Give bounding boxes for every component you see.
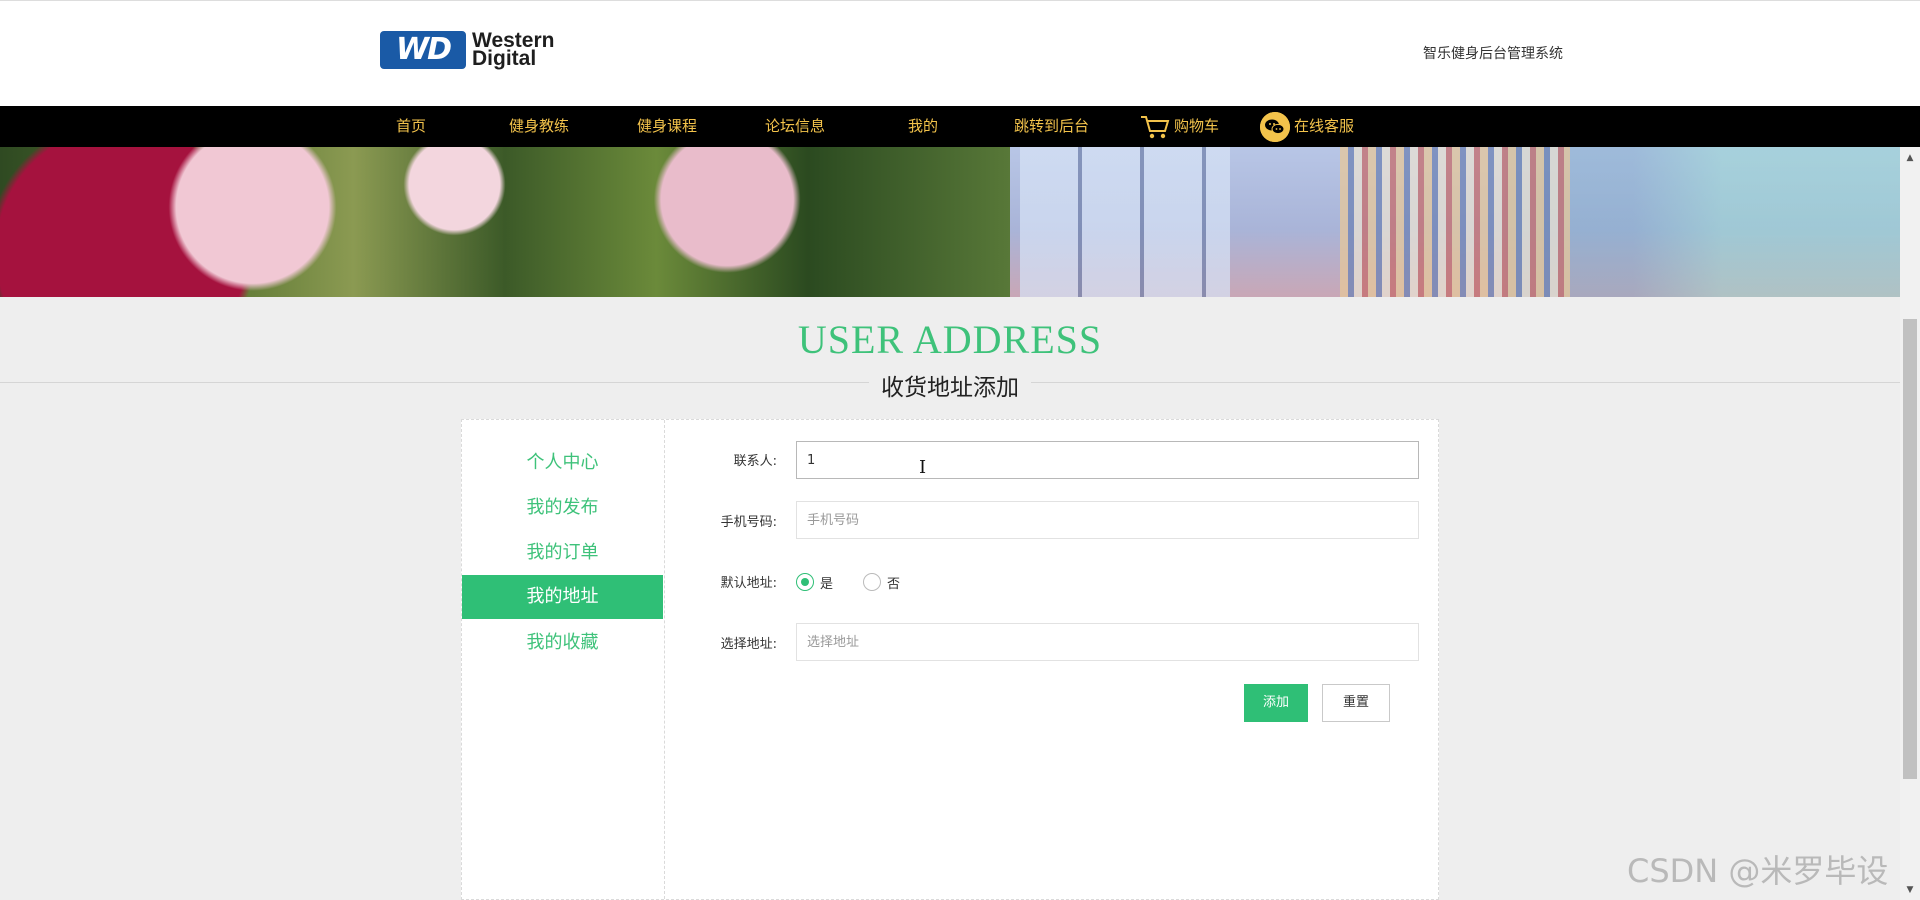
user-sidebar: 个人中心 我的发布 我的订单 我的地址 我的收藏 (462, 420, 665, 899)
page-title-cn-text: 收货地址添加 (869, 375, 1031, 401)
wechat-icon (1260, 111, 1290, 142)
banner-bookshelf (1340, 147, 1570, 297)
logo-mark: WD (380, 31, 466, 69)
radio-no[interactable] (863, 573, 882, 591)
banner-image-garden (0, 147, 1010, 297)
page-title-cn: 收货地址添加 (0, 368, 1900, 402)
scroll-up-arrow-icon[interactable]: ▲ (1900, 151, 1920, 165)
main-nav: 首页 健身教练 健身课程 论坛信息 我的 跳转到后台 购物车 在线客服 (0, 106, 1920, 147)
banner-image-classroom (1010, 147, 1900, 297)
sidebar-item-posts[interactable]: 我的发布 (462, 486, 663, 530)
radio-yes[interactable] (796, 573, 814, 591)
nav-cart[interactable]: 购物车 (1140, 106, 1219, 147)
nav-coaches[interactable]: 健身教练 (509, 106, 569, 147)
address-select-input[interactable] (796, 623, 1419, 661)
system-name: 智乐健身后台管理系统 (1423, 46, 1563, 62)
radio-yes-label: 是 (820, 576, 834, 592)
sidebar-item-orders[interactable]: 我的订单 (462, 531, 663, 575)
scroll-down-arrow-icon[interactable]: ▼ (1900, 883, 1920, 897)
logo[interactable]: WD Western Digital (380, 30, 554, 70)
nav-label: 我的 (908, 117, 939, 135)
address-label: 选择地址: (720, 637, 777, 652)
nav-courses[interactable]: 健身课程 (637, 106, 697, 147)
sidebar-item-profile[interactable]: 个人中心 (462, 441, 663, 485)
default-address-label: 默认地址: (720, 576, 777, 591)
phone-label: 手机号码: (720, 515, 777, 530)
nav-label: 购物车 (1174, 117, 1220, 135)
nav-label: 首页 (396, 117, 427, 135)
page-title-en: USER ADDRESS (797, 317, 1103, 362)
nav-service[interactable]: 在线客服 (1260, 106, 1354, 147)
contact-input[interactable] (796, 441, 1419, 479)
nav-label: 跳转到后台 (1014, 117, 1090, 135)
contact-label: 联系人: (733, 454, 777, 469)
nav-label: 在线客服 (1294, 117, 1355, 135)
banner-carousel[interactable] (0, 147, 1900, 297)
nav-forum[interactable]: 论坛信息 (765, 106, 825, 147)
nav-home[interactable]: 首页 (396, 106, 426, 147)
logo-line2: Digital (472, 47, 537, 70)
sidebar-item-favorites[interactable]: 我的收藏 (462, 621, 663, 665)
nav-label: 健身教练 (509, 117, 570, 135)
scroll-thumb[interactable] (1903, 319, 1917, 779)
phone-input[interactable] (796, 501, 1419, 539)
nav-mine[interactable]: 我的 (908, 106, 938, 147)
logo-text: Western Digital (472, 30, 554, 70)
nav-label: 论坛信息 (765, 117, 826, 135)
default-address-radio-group: 是 否 (796, 570, 900, 594)
text-cursor-icon: I (919, 457, 927, 478)
cart-icon (1140, 114, 1170, 140)
nav-admin[interactable]: 跳转到后台 (1014, 106, 1089, 147)
radio-no-label: 否 (887, 576, 901, 592)
nav-label: 健身课程 (637, 117, 698, 135)
sidebar-item-address[interactable]: 我的地址 (462, 575, 663, 619)
reset-button[interactable]: 重置 (1322, 684, 1390, 722)
banner-window (1020, 147, 1230, 297)
address-panel: 个人中心 我的发布 我的订单 我的地址 我的收藏 联系人: 手机号码: 默认地址… (461, 419, 1439, 900)
watermark: CSDN @米罗毕设 (1627, 852, 1889, 890)
header: WD Western Digital 智乐健身后台管理系统 (0, 0, 1920, 106)
add-button[interactable]: 添加 (1244, 684, 1308, 722)
page-scrollbar[interactable]: ▲ ▼ (1900, 147, 1920, 900)
